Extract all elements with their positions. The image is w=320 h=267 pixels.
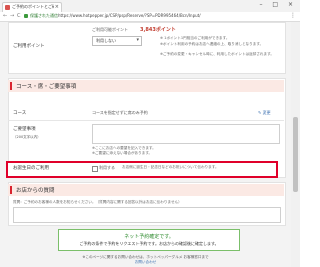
notify-label: お誕生日のご利用 [13, 166, 49, 171]
question-answer-input[interactable] [13, 207, 281, 223]
section-marker [10, 82, 12, 90]
request-sub: （200文字以内） [13, 135, 41, 139]
points-note-2: ※ポイント利用の予約はお店へ連絡の上、取り消しとなります。 [160, 42, 264, 46]
scrollbar-thumb[interactable] [293, 117, 298, 192]
question-text: 質問：ご予約のお客様の人数をお知らせください。（質問内容に関する回答以外はお店に… [13, 200, 182, 204]
url-field[interactable]: https://www.hotpepper.jp/CSP/psp/Reserve… [58, 13, 201, 18]
points-available-value: 3,843ポイント [140, 27, 176, 33]
chevron-down-icon: ▾ [136, 37, 139, 43]
points-note-1: ※ 1ポイント1円相当のご利用ができます。 [160, 36, 230, 40]
forward-icon[interactable]: → [10, 13, 14, 19]
lock-icon [24, 14, 28, 18]
reload-icon[interactable]: C [17, 13, 21, 19]
course-change-button[interactable]: ✎ 変更 [258, 110, 271, 116]
browser-window: ご予約のポイントとご確認 × – □ × ← → C 保護された通信 https… [0, 0, 300, 267]
questions-section-header: お店からの質問 [8, 184, 284, 196]
window-controls[interactable]: – □ × [259, 1, 297, 8]
request-textarea[interactable] [92, 124, 280, 144]
request-note-2: ※ご要望に添えない場合があります。 [92, 151, 153, 155]
submit-title: ネット予約確定です。 [124, 234, 174, 240]
submit-button[interactable]: ネット予約確定です。 ご予約の条件で予約をリクエスト予約です。お店からの確認後に… [58, 229, 240, 251]
notify-description: お店側に誕生日・記念日などのお祝いについて伝わります。 [122, 165, 219, 169]
points-select-value: 利用しない [96, 38, 116, 43]
secure-label: 保護された通信 [30, 13, 58, 18]
divider [8, 120, 284, 121]
section-marker [10, 186, 12, 194]
notify-checkbox[interactable] [92, 166, 98, 172]
notify-check-label[interactable]: 利用する [99, 165, 115, 171]
scrollbar[interactable] [291, 22, 300, 267]
tab-title: ご予約のポイントとご確認 [12, 4, 54, 9]
points-note-3: ※ご予約の変更・キャンセル時に、利用したポイントは返却されます。 [160, 52, 274, 56]
tab-close-icon[interactable]: × [55, 4, 59, 10]
points-select[interactable]: 利用しない ▾ [92, 36, 142, 46]
back-icon[interactable]: ← [3, 13, 7, 19]
request-label: ご要望事項 [13, 127, 36, 132]
course-section-title: コース・席・ご要望事項 [16, 84, 77, 90]
footer-link[interactable]: お問い合わせ [0, 260, 291, 265]
favicon-icon [5, 5, 10, 10]
points-label: ご利用ポイント [13, 44, 45, 49]
course-label: コース [13, 111, 27, 116]
browser-menu-icon[interactable]: ⋮ [290, 12, 296, 19]
course-value: コースを指定せずに席のみ予約 [92, 110, 148, 115]
points-available-label: ご利用可能ポイント [92, 27, 128, 32]
address-bar: ← → C 保護された通信 https://www.hotpepper.jp/C… [0, 12, 300, 22]
questions-section-title: お店からの質問 [16, 188, 55, 194]
submit-subtitle: ご予約の条件で予約をリクエスト予約です。お店からの確認後に確定します。 [79, 241, 219, 246]
course-section-header: コース・席・ご要望事項 [8, 80, 284, 92]
